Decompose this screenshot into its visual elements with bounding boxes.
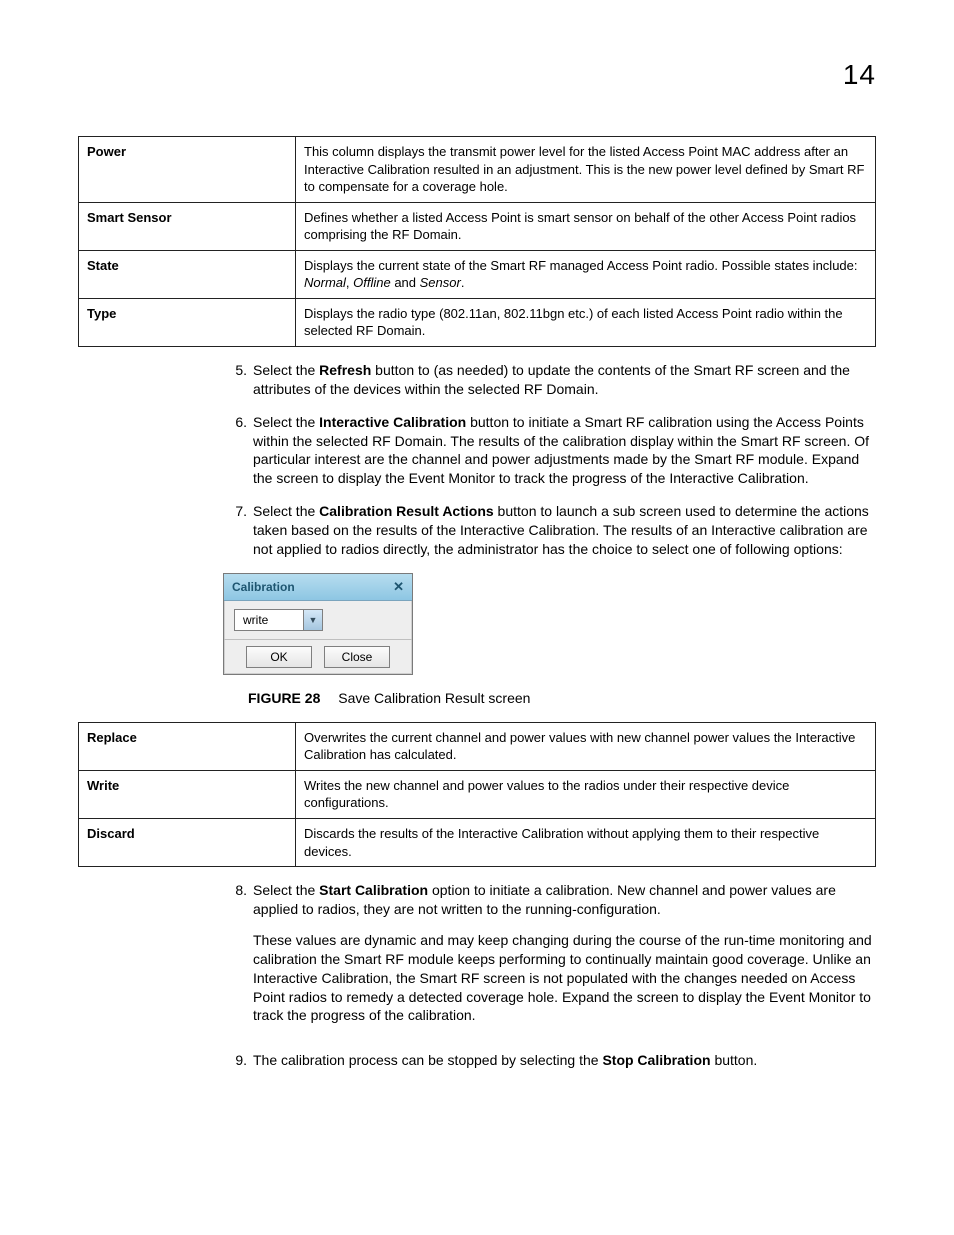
desc-cell: This column displays the transmit power … — [296, 137, 876, 203]
step-number: 5. — [223, 361, 253, 399]
desc-cell: Writes the new channel and power values … — [296, 770, 876, 818]
step-9: 9. The calibration process can be stoppe… — [223, 1051, 876, 1070]
dropdown-value: write — [235, 610, 303, 630]
figure-text: Save Calibration Result screen — [338, 690, 530, 706]
desc-cell: Displays the radio type (802.11an, 802.1… — [296, 298, 876, 346]
table-row: Smart Sensor Defines whether a listed Ac… — [79, 202, 876, 250]
desc-cell: Defines whether a listed Access Point is… — [296, 202, 876, 250]
desc-cell: Overwrites the current channel and power… — [296, 722, 876, 770]
step-number: 8. — [223, 881, 253, 1037]
step-number: 6. — [223, 413, 253, 489]
step-8: 8. Select the Start Calibration option t… — [223, 881, 876, 1037]
step-text: These values are dynamic and may keep ch… — [253, 931, 876, 1025]
definitions-table-2: Replace Overwrites the current channel a… — [78, 722, 876, 867]
table-row: Discard Discards the results of the Inte… — [79, 819, 876, 867]
dialog-footer: OK Close — [224, 640, 412, 674]
close-icon[interactable]: ✕ — [393, 578, 404, 596]
term-cell: Power — [79, 137, 296, 203]
term-cell: Write — [79, 770, 296, 818]
dialog-body: write ▼ — [224, 601, 412, 640]
italic-word: Offline — [353, 275, 391, 290]
desc-text: Displays the current state of the Smart … — [304, 258, 858, 273]
italic-word: Sensor — [420, 275, 461, 290]
table-row: State Displays the current state of the … — [79, 250, 876, 298]
close-button[interactable]: Close — [324, 646, 390, 668]
step-text: Select the — [253, 362, 319, 378]
step-text: Select the — [253, 882, 319, 898]
table-row: Type Displays the radio type (802.11an, … — [79, 298, 876, 346]
term-cell: State — [79, 250, 296, 298]
desc-text: and — [391, 275, 420, 290]
step-number: 7. — [223, 502, 253, 559]
step-number: 9. — [223, 1051, 253, 1070]
page-number: 14 — [843, 56, 876, 94]
dialog-titlebar: Calibration ✕ — [224, 574, 412, 601]
term-cell: Type — [79, 298, 296, 346]
definitions-table-1: Power This column displays the transmit … — [78, 136, 876, 347]
calibration-result-actions-label: Calibration Result Actions — [319, 503, 494, 519]
start-calibration-label: Start Calibration — [319, 882, 428, 898]
figure-label: FIGURE 28 — [248, 690, 320, 706]
dialog-title: Calibration — [232, 579, 295, 595]
term-cell: Replace — [79, 722, 296, 770]
italic-word: Normal — [304, 275, 346, 290]
table-row: Replace Overwrites the current channel a… — [79, 722, 876, 770]
term-cell: Discard — [79, 819, 296, 867]
stop-calibration-label: Stop Calibration — [602, 1052, 710, 1068]
desc-cell: Displays the current state of the Smart … — [296, 250, 876, 298]
desc-text: . — [461, 275, 465, 290]
chevron-down-icon[interactable]: ▼ — [303, 610, 322, 630]
step-text: Select the — [253, 414, 319, 430]
ok-button[interactable]: OK — [246, 646, 312, 668]
step-6: 6. Select the Interactive Calibration bu… — [223, 413, 876, 489]
table-row: Power This column displays the transmit … — [79, 137, 876, 203]
interactive-calibration-label: Interactive Calibration — [319, 414, 466, 430]
refresh-label: Refresh — [319, 362, 371, 378]
calibration-dialog: Calibration ✕ write ▼ OK Close — [223, 573, 413, 675]
step-text: The calibration process can be stopped b… — [253, 1052, 602, 1068]
step-text: button. — [711, 1052, 758, 1068]
table-row: Write Writes the new channel and power v… — [79, 770, 876, 818]
term-cell: Smart Sensor — [79, 202, 296, 250]
calibration-action-dropdown[interactable]: write ▼ — [234, 609, 323, 631]
step-text: Select the — [253, 503, 319, 519]
step-5: 5. Select the Refresh button to (as need… — [223, 361, 876, 399]
step-7: 7. Select the Calibration Result Actions… — [223, 502, 876, 559]
desc-cell: Discards the results of the Interactive … — [296, 819, 876, 867]
figure-caption: FIGURE 28 Save Calibration Result screen — [248, 689, 876, 708]
